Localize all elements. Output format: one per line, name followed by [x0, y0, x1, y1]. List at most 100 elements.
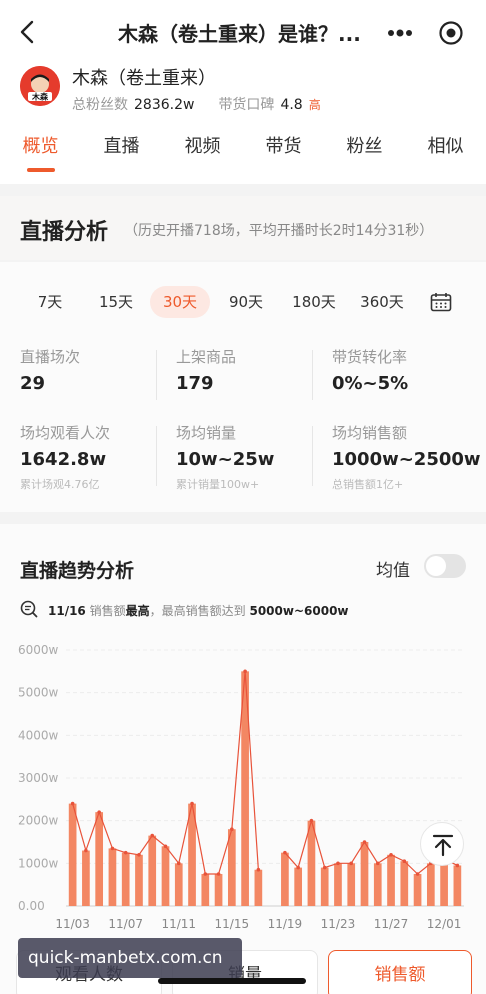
- home-indicator[interactable]: [158, 978, 306, 984]
- data-point: [389, 853, 393, 857]
- data-point: [203, 872, 208, 876]
- bar: [400, 861, 409, 906]
- x-tick-label: 11/27: [374, 917, 409, 931]
- section-title: 直播分析: [20, 220, 109, 245]
- average-label: 均值: [376, 561, 410, 581]
- data-point: [256, 867, 261, 872]
- tab-live[interactable]: 直播: [81, 128, 162, 176]
- bar: [121, 852, 130, 906]
- calendar-icon[interactable]: [430, 292, 452, 312]
- insight-highest: 最高: [125, 604, 150, 618]
- metric-products: 上架商品 179: [176, 346, 316, 394]
- data-point: [110, 846, 115, 851]
- bar: [453, 865, 462, 906]
- back-icon[interactable]: [14, 18, 42, 46]
- scroll-to-top-button[interactable]: [420, 822, 464, 866]
- y-tick-label: 2000w: [18, 814, 59, 828]
- y-tick-label: 5000w: [18, 686, 59, 700]
- period-30d[interactable]: 30天: [150, 286, 210, 318]
- x-tick-label: 11/11: [161, 917, 196, 931]
- data-point: [97, 810, 101, 814]
- svg-text:木森: 木森: [31, 92, 49, 102]
- data-point: [230, 827, 234, 831]
- metric-avg-sales-volume: 场均销量 10w~25w 累计销量100w+: [176, 422, 316, 492]
- tab-goods[interactable]: 带货: [243, 128, 324, 176]
- data-point: [309, 818, 314, 823]
- data-point: [296, 865, 300, 870]
- target-icon[interactable]: [438, 20, 464, 46]
- arrow-up-icon: [432, 834, 454, 857]
- data-point: [137, 853, 141, 857]
- insight-date: 11/16: [48, 604, 86, 618]
- live-analysis-card: 7天 15天 30天 90天 180天 360天 直播场次 29 上架商品 17…: [0, 262, 486, 512]
- avatar[interactable]: 木森: [20, 66, 60, 106]
- period-7d[interactable]: 7天: [22, 286, 78, 318]
- tab-sales-amount[interactable]: 销售额: [328, 950, 472, 994]
- bar: [254, 869, 263, 906]
- insight-mid: ，最高销售额达到: [149, 604, 246, 618]
- metric-conversion: 带货转化率 0%~5%: [332, 346, 472, 394]
- data-point: [150, 833, 155, 838]
- sales-bar-chart: 0.00 1000w 2000w 3000w 4000w 5000w 6000w 11/03 1…: [18, 643, 464, 931]
- average-toggle[interactable]: [424, 554, 466, 578]
- metric-label: 上架商品: [176, 348, 237, 366]
- period-90d[interactable]: 90天: [216, 286, 276, 318]
- y-tick-label: 6000w: [18, 643, 59, 657]
- data-point: [402, 859, 407, 863]
- tab-fans[interactable]: 粉丝: [324, 128, 405, 176]
- avatar-image: 木森: [20, 66, 60, 106]
- bar: [360, 842, 369, 906]
- y-tick-label: 3000w: [18, 771, 59, 785]
- period-180d[interactable]: 180天: [282, 286, 346, 318]
- profile-stats: 总粉丝数 2836.2w 带货口碑 4.8 高: [72, 94, 321, 114]
- trend-title: 直播趋势分析: [20, 560, 135, 582]
- bar: [161, 846, 170, 906]
- metric-value: 10w~25w: [176, 449, 275, 470]
- period-360d[interactable]: 360天: [350, 286, 414, 318]
- period-15d[interactable]: 15天: [88, 286, 144, 318]
- tab-overview[interactable]: 概览: [0, 128, 81, 176]
- bar: [95, 812, 104, 906]
- metric-value: 1642.8w: [20, 449, 107, 470]
- tab-video[interactable]: 视频: [162, 128, 243, 176]
- bar: [307, 820, 316, 906]
- metric-label: 直播场次: [20, 348, 81, 366]
- live-analysis-header: 直播分析 （历史开播718场，平均开播时长2时14分31秒）: [0, 196, 486, 260]
- metric-note: 累计场观4.76亿: [20, 478, 100, 491]
- bar: [174, 863, 183, 906]
- metric-label: 场均观看人次: [20, 424, 111, 442]
- bar: [108, 848, 117, 906]
- divider: [156, 350, 157, 400]
- metric-label: 带货转化率: [332, 348, 408, 366]
- data-point: [163, 844, 168, 849]
- bar: [373, 863, 382, 906]
- bar: [294, 867, 303, 906]
- bar: [320, 867, 329, 906]
- rating-badge: 高: [308, 98, 321, 112]
- data-point: [176, 861, 181, 866]
- bar: [135, 854, 143, 906]
- metric-avg-viewers: 场均观看人次 1642.8w 累计场观4.76亿: [20, 422, 160, 492]
- y-tick-label: 1000w: [18, 856, 59, 870]
- bar: [148, 835, 157, 906]
- main-tabs: 概览 直播 视频 带货 粉丝 相似: [0, 128, 486, 176]
- metric-note: 累计销量100w+: [176, 478, 260, 491]
- insight-metric: 销售额: [89, 604, 126, 618]
- more-icon[interactable]: [386, 27, 414, 39]
- bar: [426, 863, 435, 906]
- fans-value: 2836.2w: [134, 97, 195, 113]
- profile-name: 木森（卷土重来）: [72, 68, 216, 89]
- period-selector: 7天 15天 30天 90天 180天 360天: [18, 286, 468, 318]
- data-point: [375, 861, 380, 866]
- metric-value: 0%~5%: [332, 373, 409, 394]
- bar: [387, 854, 395, 906]
- data-point: [243, 669, 247, 674]
- tab-similar[interactable]: 相似: [405, 128, 486, 176]
- x-tick-label: 11/19: [268, 917, 303, 931]
- metric-live-count: 直播场次 29: [20, 346, 160, 394]
- data-point: [336, 861, 340, 866]
- bar: [413, 874, 422, 906]
- data-point: [283, 850, 287, 855]
- divider: [312, 350, 313, 400]
- divider: [312, 426, 313, 486]
